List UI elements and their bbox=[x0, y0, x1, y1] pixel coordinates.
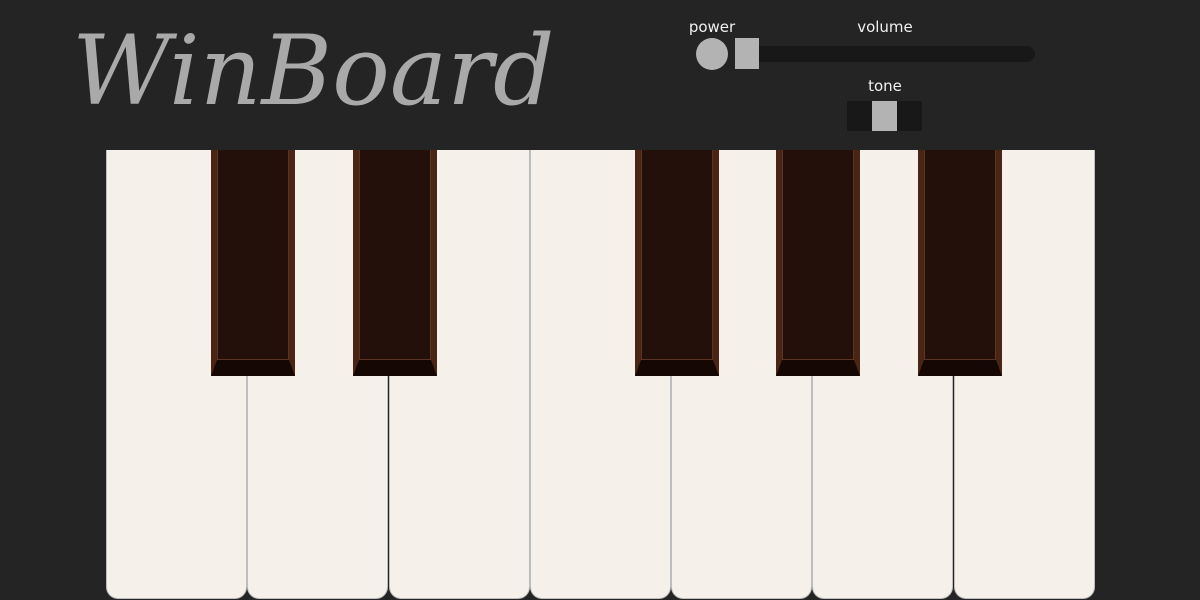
power-button[interactable] bbox=[696, 38, 728, 70]
volume-slider-thumb[interactable] bbox=[735, 38, 759, 69]
winboard-logo: WinBoard bbox=[72, 15, 554, 127]
volume-label: volume bbox=[857, 18, 913, 36]
logo-text: WinBoard bbox=[72, 15, 554, 127]
black-key[interactable] bbox=[776, 150, 860, 376]
black-key[interactable] bbox=[353, 150, 437, 376]
tone-label: tone bbox=[868, 77, 902, 95]
black-key[interactable] bbox=[635, 150, 719, 376]
winboard-app: WinBoard power volume tone bbox=[0, 0, 1200, 600]
tone-switch[interactable] bbox=[847, 101, 922, 131]
tone-switch-thumb[interactable] bbox=[872, 101, 897, 131]
black-key[interactable] bbox=[918, 150, 1002, 376]
black-key[interactable] bbox=[211, 150, 295, 376]
volume-slider-track[interactable] bbox=[735, 46, 1035, 62]
power-label: power bbox=[688, 18, 736, 36]
piano-keyboard bbox=[106, 150, 1095, 600]
